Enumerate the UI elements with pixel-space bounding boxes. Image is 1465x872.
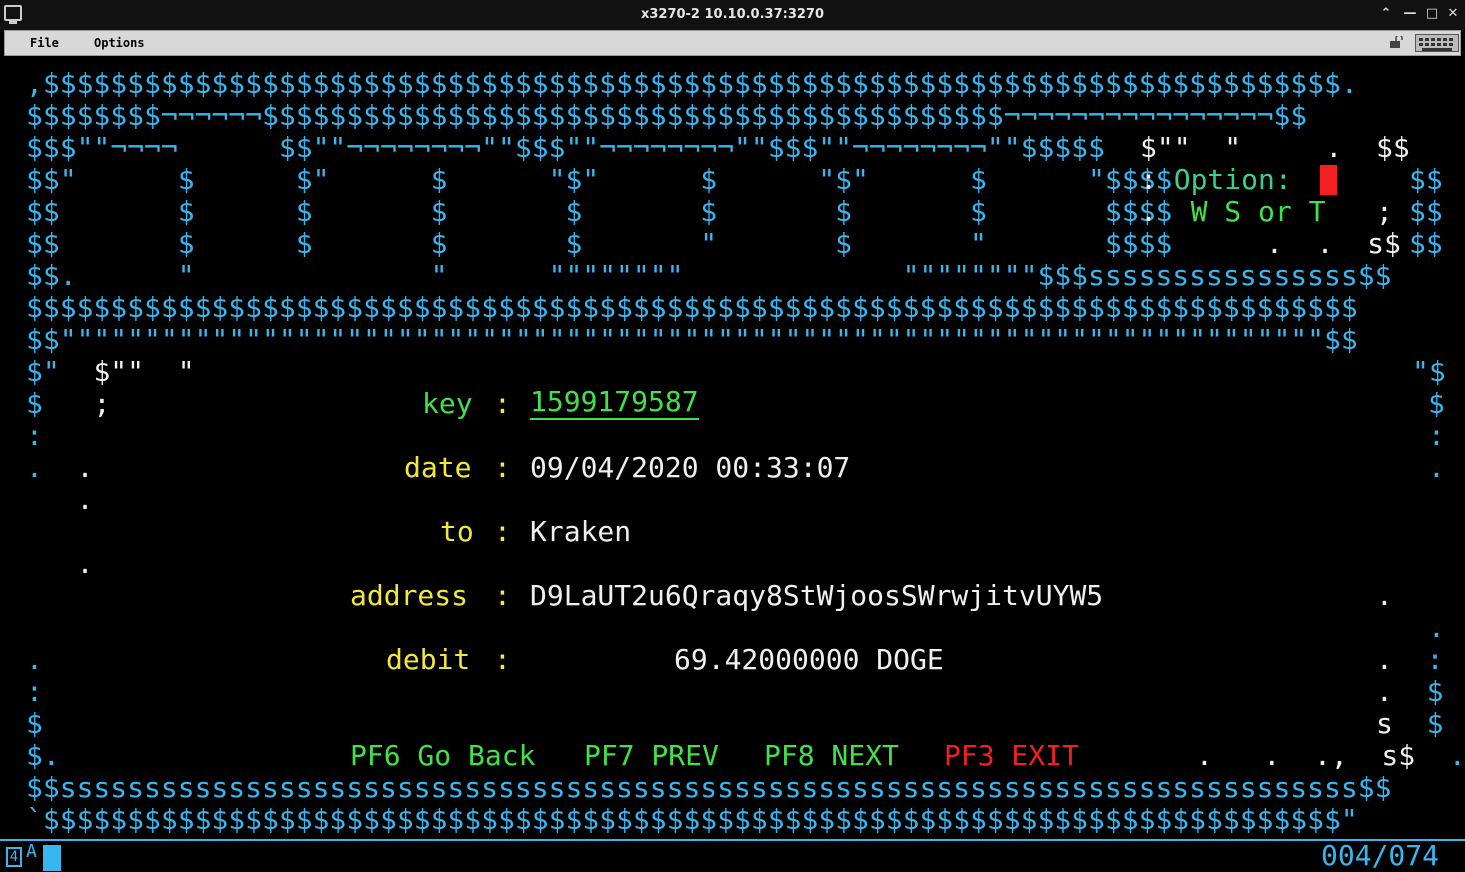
menu-choices: W S or T bbox=[1190, 195, 1326, 228]
option-line-border: $$ bbox=[1409, 163, 1443, 196]
banner-row-2: $$$$$$$$¬¬¬¬¬¬$$$$$$$$$$$$$$$$$$$$$$$$$$… bbox=[26, 99, 1308, 132]
key-separator: : bbox=[494, 387, 511, 420]
banner-row-1: ,$$$$$$$$$$$$$$$$$$$$$$$$$$$$$$$$$$$$$$$… bbox=[26, 67, 1358, 100]
art-left-r12: . . bbox=[26, 451, 94, 484]
close-icon[interactable]: ✕ bbox=[1445, 6, 1461, 22]
chevron-up-icon[interactable]: ⌃ bbox=[1378, 6, 1394, 22]
to-value: Kraken bbox=[530, 515, 632, 548]
banner-row-3: $$$""¬¬¬¬ $$""¬¬¬¬¬¬¬¬""$$$""¬¬¬¬¬¬¬¬""$… bbox=[26, 132, 1105, 164]
footer-row-2: `$$$$$$$$$$$$$$$$$$$$$$$$$$$$$$$$$$$$$$$… bbox=[26, 803, 1358, 836]
art-right-r16: . bbox=[1376, 579, 1393, 612]
menu-bar: File Options bbox=[4, 30, 1461, 56]
menu-options[interactable]: Options bbox=[94, 36, 145, 50]
oia-status-line: 4 A 004/074 bbox=[0, 841, 1465, 872]
art-right-r17: . bbox=[1428, 611, 1445, 644]
menu-file[interactable]: File bbox=[30, 36, 59, 50]
date-separator: : bbox=[494, 451, 511, 484]
minimize-icon[interactable]: — bbox=[1402, 6, 1418, 22]
art-left-r9: $" $"" " bbox=[26, 355, 195, 388]
maximize-icon[interactable]: □ bbox=[1424, 6, 1440, 22]
art-right-row-6: . . s$ bbox=[1266, 227, 1401, 260]
banner-row-8: $$$$$$$$$$$$$$$$$$$$$$$$$$$$$$$$$$$$$$$$… bbox=[26, 291, 1358, 324]
art-right-r11: : bbox=[1428, 419, 1445, 452]
address-label: address bbox=[350, 579, 469, 612]
oia-cursor bbox=[43, 845, 61, 871]
debit-value: 69.42000000 DOGE bbox=[674, 643, 944, 676]
pf8-next[interactable]: PF8 NEXT bbox=[764, 740, 899, 772]
option-colon: : bbox=[1140, 163, 1174, 196]
art-left-r15: . bbox=[26, 547, 94, 580]
footer-row-1: $$ssssssssssssssssssssssssssssssssssssss… bbox=[26, 771, 1392, 804]
unlock-icon[interactable] bbox=[1390, 36, 1404, 48]
menu-choices-dot: . bbox=[1140, 195, 1191, 228]
option-label: Option: bbox=[1173, 163, 1309, 196]
address-separator: : bbox=[494, 579, 511, 612]
banner-row-5: $$ $ $ $ $ $ $ $ $$$$ bbox=[26, 195, 1173, 228]
art-right-row-6-border: $$ bbox=[1409, 227, 1443, 260]
date-label: date bbox=[404, 451, 472, 484]
to-separator: : bbox=[494, 515, 511, 548]
art-right-r21: . . ., s$ .$ bbox=[1196, 739, 1465, 772]
art-right-r19: . $ bbox=[1376, 675, 1444, 708]
art-right-r12: . bbox=[1428, 451, 1445, 484]
address-value: D9LaUT2u6Qraqy8StWjoosSWrwjitvUYW5 bbox=[530, 579, 1104, 612]
menu-choices-semi: ; bbox=[1376, 195, 1393, 228]
date-value: 09/04/2020 00:33:07 bbox=[530, 451, 851, 484]
pf3-exit[interactable]: PF3 EXIT bbox=[944, 740, 1079, 772]
art-right-row-3: $"" " . $$ bbox=[1140, 131, 1410, 164]
option-line: : Option: bbox=[1140, 164, 1309, 196]
art-left-r10: $ ; bbox=[26, 387, 111, 420]
art-right-r18: . : bbox=[1376, 643, 1444, 676]
art-right-r20: s $ bbox=[1376, 707, 1444, 740]
art-left-r11: : bbox=[26, 419, 43, 452]
menu-choices-line: . W S or T bbox=[1140, 196, 1325, 228]
window-title: x3270-2 10.10.0.37:3270 bbox=[640, 7, 825, 22]
banner-row-4: $$" $ $" $ "$" $ "$" $ "$$$$ bbox=[26, 163, 1173, 196]
terminal-screen[interactable]: ,$$$$$$$$$$$$$$$$$$$$$$$$$$$$$$$$$$$$$$$… bbox=[4, 57, 1465, 839]
title-bar: x3270-2 10.10.0.37:3270 ⌃ — □ ✕ bbox=[0, 0, 1465, 30]
to-label: to bbox=[440, 515, 474, 548]
banner-row-9: $$""""""""""""""""""""""""""""""""""""""… bbox=[26, 323, 1358, 356]
debit-separator: : bbox=[494, 643, 511, 676]
mode-indicator: A bbox=[26, 841, 37, 862]
connection-indicator: 4 bbox=[6, 847, 22, 867]
banner-row-6: $$ $ $ $ $ " $ " $$$$ bbox=[26, 227, 1173, 260]
art-left-r13: . bbox=[26, 483, 94, 516]
pf6-go-back[interactable]: PF6 Go Back bbox=[350, 740, 535, 772]
cursor-position: 004/074 bbox=[1321, 839, 1440, 872]
art-right-r9: "$ bbox=[1412, 355, 1446, 388]
key-label: key bbox=[422, 387, 473, 420]
art-left-r19: : bbox=[26, 675, 43, 708]
art-left-r20: $ bbox=[26, 707, 43, 740]
menu-choices-border: $$ bbox=[1409, 195, 1443, 228]
banner-row-3-art: $$$""¬¬¬¬ $$""¬¬¬¬¬¬¬¬""$$$""¬¬¬¬¬¬¬¬""$… bbox=[26, 131, 1105, 164]
option-input-cursor[interactable] bbox=[1320, 165, 1337, 195]
pf7-prev[interactable]: PF7 PREV bbox=[584, 740, 719, 772]
art-left-r18: . bbox=[26, 643, 43, 676]
art-left-r21: $. bbox=[26, 739, 60, 772]
banner-row-7: $$. " " """""""" """"""""$$$ssssssssssss… bbox=[26, 259, 1392, 292]
art-right-r10: $ bbox=[1428, 387, 1445, 420]
debit-label: debit bbox=[386, 643, 471, 676]
keypad-icon[interactable] bbox=[1415, 34, 1459, 52]
key-value[interactable]: 1599179587 bbox=[530, 386, 699, 420]
